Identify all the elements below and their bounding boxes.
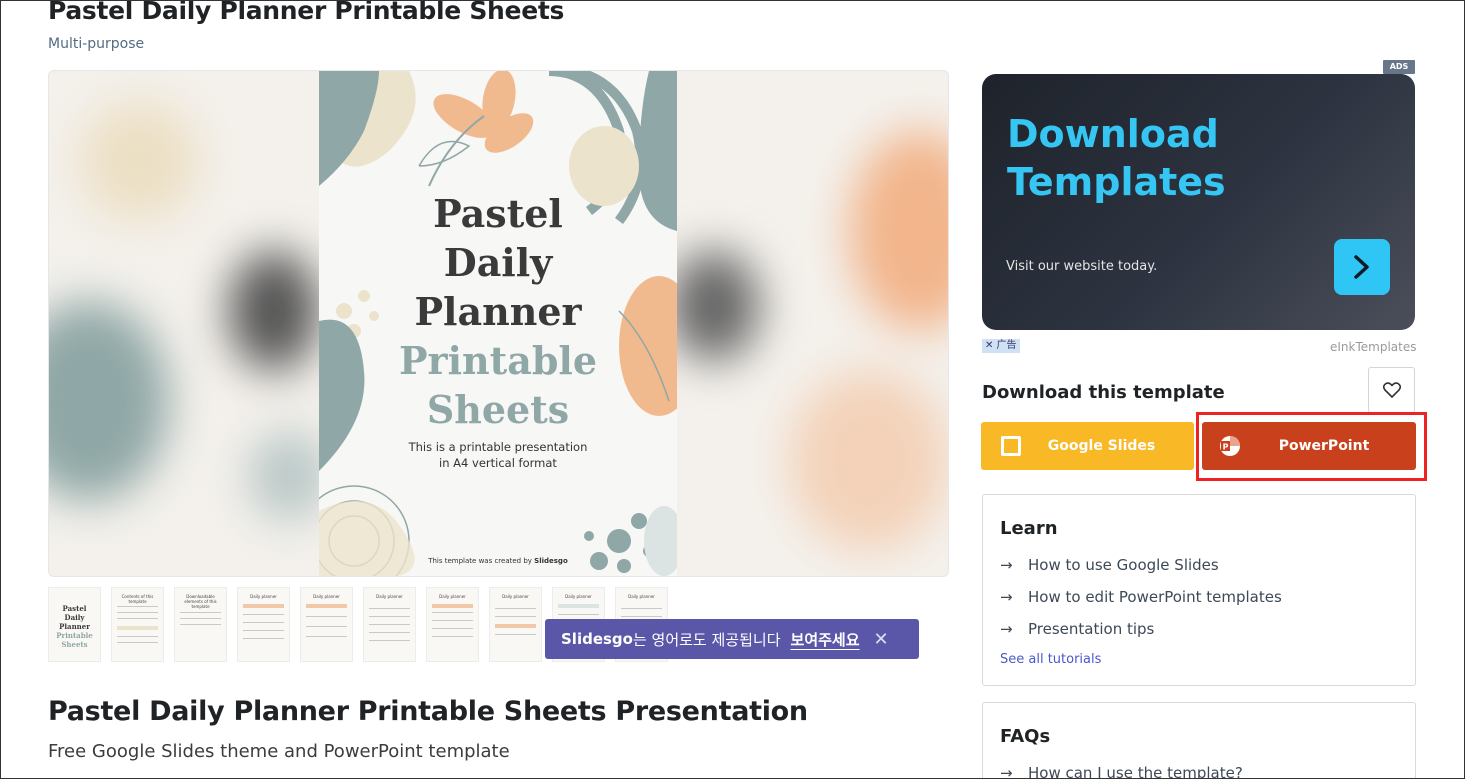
thumbnail-title: Daily planner (502, 594, 529, 599)
thumbnail-title: Daily planner (565, 594, 592, 599)
thumbnail-4[interactable]: Daily planner (237, 587, 290, 662)
slide-title-line-1: Pastel (433, 191, 563, 236)
thumbnail-7[interactable]: Daily planner (426, 587, 479, 662)
powerpoint-button[interactable]: P PowerPoint (1202, 422, 1416, 470)
slide-description: This is a printable presentation in A4 v… (319, 439, 677, 471)
learn-link-google-slides[interactable]: → How to use Google Slides (1000, 556, 1219, 574)
toast-show-button[interactable]: 보여주세요 (791, 629, 860, 650)
arrow-right-icon: → (1000, 556, 1013, 574)
slide-title-line-3: Planner (414, 289, 582, 334)
slide-title-line-4: Printable (398, 338, 597, 383)
thumbnail-title: Contents of this template (121, 594, 154, 604)
thumbnail-8[interactable]: Daily planner (489, 587, 542, 662)
slide-credit-brand: Slidesgo (534, 557, 568, 565)
google-slides-label: Google Slides (1047, 438, 1156, 454)
arrow-right-icon: → (1000, 764, 1013, 779)
heart-icon (1383, 382, 1401, 398)
powerpoint-label: PowerPoint (1278, 438, 1370, 454)
faq-link-label: How can I use the template? (1028, 764, 1243, 779)
thumbnail-5[interactable]: Daily planner (300, 587, 353, 662)
ad-headline: Download Templates (1007, 110, 1226, 206)
close-icon[interactable]: ✕ (874, 629, 889, 650)
faq-link-use-template[interactable]: → How can I use the template? (1000, 764, 1243, 779)
ads-badge: ADS (1383, 60, 1415, 74)
thumbnail-title: Daily planner (250, 594, 277, 599)
page-title: Pastel Daily Planner Printable Sheets (48, 0, 565, 25)
slide-credit-text: This template was created by (428, 557, 532, 565)
ad-arrow-button[interactable] (1334, 239, 1390, 295)
thumbnail-3[interactable]: Downloadable elements of this template (174, 587, 227, 662)
chevron-right-icon (1354, 255, 1369, 279)
thumbnail-6[interactable]: Daily planner (363, 587, 416, 662)
learn-link-label: How to edit PowerPoint templates (1028, 588, 1282, 606)
arrow-right-icon: → (1000, 588, 1013, 606)
ad-headline-line-1: Download (1007, 112, 1219, 156)
learn-title: Learn (1000, 518, 1058, 539)
learn-link-tips[interactable]: → Presentation tips (1000, 620, 1154, 638)
learn-link-label: Presentation tips (1028, 620, 1155, 638)
slide-cover: Pastel Daily Planner Printable Sheets Th… (319, 71, 677, 576)
google-slides-button[interactable]: Google Slides (981, 422, 1194, 470)
ad-headline-line-2: Templates (1007, 160, 1226, 204)
thumbnail-title: Downloadable elements of this template (184, 594, 217, 609)
ad-subtext: Visit our website today. (1006, 259, 1158, 274)
faqs-title: FAQs (1000, 726, 1051, 747)
ad-close-button[interactable]: ✕ 广告 (982, 339, 1020, 353)
thumbnail-title: Daily planner (628, 594, 655, 599)
toast-message: 는 영어로도 제공됩니다 (632, 630, 781, 649)
slide-credit: This template was created by Slidesgo (319, 557, 677, 565)
presentation-subheading: Free Google Slides theme and PowerPoint … (48, 741, 510, 762)
learn-card: Learn → How to use Google Slides → How t… (982, 494, 1416, 686)
ad-brand: eInkTemplates (1330, 340, 1417, 354)
favorite-button[interactable] (1368, 367, 1415, 413)
download-label: Download this template (982, 382, 1225, 403)
thumbnail-title: Daily planner (439, 594, 466, 599)
learn-link-powerpoint[interactable]: → How to edit PowerPoint templates (1000, 588, 1282, 606)
slide-title-line-5: Sheets (426, 387, 570, 432)
see-all-tutorials-link[interactable]: See all tutorials (1000, 652, 1101, 667)
toast-brand: Slidesgo (561, 630, 633, 648)
slide-title-line-2: Daily (443, 240, 553, 285)
thumbnail-2[interactable]: Contents of this template (111, 587, 164, 662)
ad-banner[interactable]: Download Templates Visit our website tod… (982, 74, 1415, 330)
thumbnail-cover-title: Pastel Daily Planner Printable Sheets (56, 604, 93, 649)
slide-desc-line-1: This is a printable presentation (408, 440, 588, 454)
category-link[interactable]: Multi-purpose (48, 36, 144, 52)
thumbnail-1[interactable]: Pastel Daily Planner Printable Sheets (48, 587, 101, 662)
slide-preview[interactable]: Pastel Daily Planner Printable Sheets Th… (48, 70, 949, 577)
thumbnail-title: Daily planner (313, 594, 340, 599)
slide-title: Pastel Daily Planner Printable Sheets (319, 189, 677, 434)
thumbnail-title: Daily planner (376, 594, 403, 599)
arrow-right-icon: → (1000, 620, 1013, 638)
faqs-card: FAQs → How can I use the template? (982, 702, 1416, 779)
language-toast: Slidesgo 는 영어로도 제공됩니다 보여주세요 ✕ (545, 619, 919, 659)
learn-link-label: How to use Google Slides (1028, 556, 1219, 574)
presentation-heading: Pastel Daily Planner Printable Sheets Pr… (48, 696, 808, 727)
slide-desc-line-2: in A4 vertical format (439, 456, 557, 470)
